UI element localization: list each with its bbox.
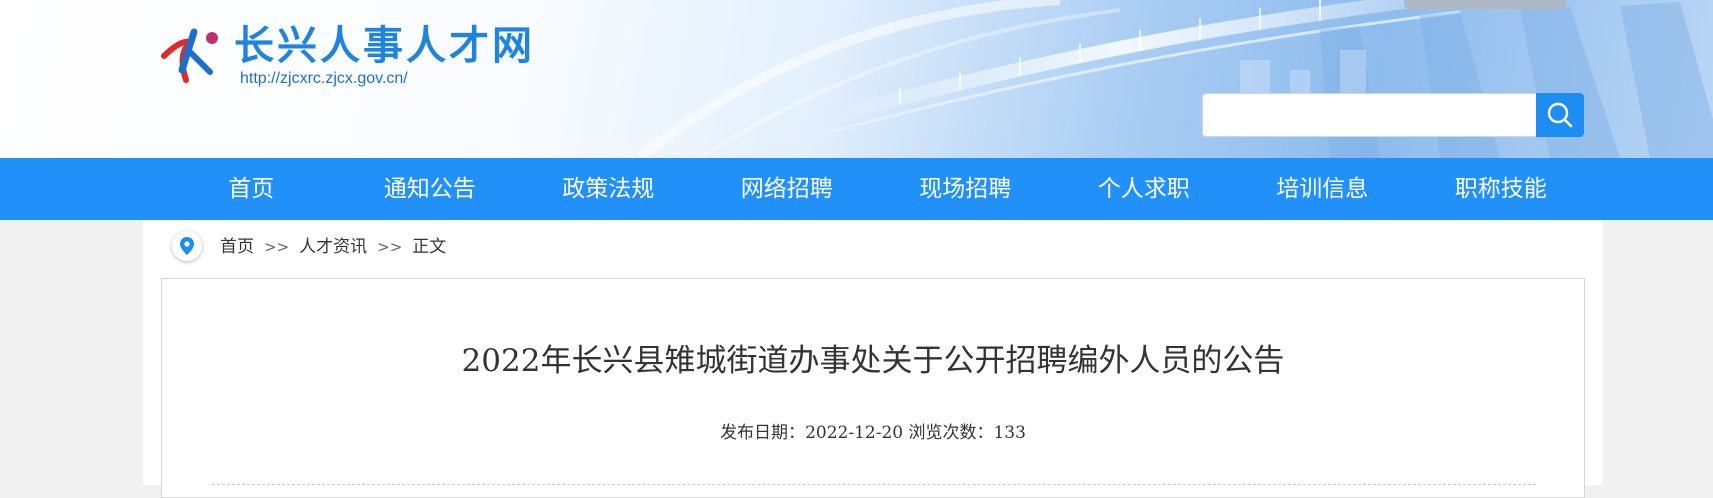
location-pin-icon: [172, 231, 202, 261]
breadcrumb-separator: >>: [264, 238, 290, 256]
nav-list: 首页 通知公告 政策法规 网络招聘 现场招聘 个人求职 培训信息 职称技能: [162, 158, 1590, 220]
header-banner: 长兴人事人才网 http://zjcxrc.zjcx.gov.cn/: [0, 0, 1713, 158]
date-label: 发布日期：: [720, 423, 806, 443]
breadcrumb-talent-news[interactable]: 人才资讯: [299, 237, 367, 257]
nav-item-online-recruitment[interactable]: 网络招聘: [698, 158, 877, 220]
site-title[interactable]: 长兴人事人才网: [234, 22, 535, 70]
view-count: 133: [993, 423, 1026, 443]
nav-item-job-seeking[interactable]: 个人求职: [1055, 158, 1234, 220]
top-utility-tab[interactable]: [1404, 0, 1566, 9]
nav-item-home[interactable]: 首页: [162, 158, 341, 220]
breadcrumb-home[interactable]: 首页: [220, 237, 254, 257]
nav-item-training[interactable]: 培训信息: [1233, 158, 1412, 220]
article-title: 2022年长兴县雉城街道办事处关于公开招聘编外人员的公告: [461, 343, 1285, 379]
site-url: http://zjcxrc.zjcx.gov.cn/: [240, 70, 408, 87]
search-input[interactable]: [1202, 93, 1536, 137]
breadcrumb: 首页 >> 人才资讯 >> 正文: [220, 235, 446, 259]
logo-mark-icon: [161, 28, 218, 83]
article-meta: 发布日期：2022-12-20 浏览次数：133: [162, 421, 1584, 445]
nav-item-onsite-recruitment[interactable]: 现场招聘: [876, 158, 1055, 220]
search-button[interactable]: [1536, 93, 1584, 137]
article-card: 2022年长兴县雉城街道办事处关于公开招聘编外人员的公告 发布日期：2022-1…: [161, 278, 1585, 498]
breadcrumb-current: 正文: [412, 237, 447, 257]
main-nav: 首页 通知公告 政策法规 网络招聘 现场招聘 个人求职 培训信息 职称技能: [0, 158, 1713, 220]
nav-item-notices[interactable]: 通知公告: [341, 158, 520, 220]
nav-item-titles-skills[interactable]: 职称技能: [1412, 158, 1591, 220]
breadcrumb-separator: >>: [377, 238, 403, 256]
search-icon: [1547, 102, 1573, 128]
content-panel: 首页 >> 人才资讯 >> 正文 2022年长兴县雉城街道办事处关于公开招聘编外人员的公…: [143, 220, 1603, 498]
views-label: 浏览次数：: [908, 423, 994, 443]
publish-date: 2022-12-20: [805, 423, 904, 443]
nav-item-policies[interactable]: 政策法规: [519, 158, 698, 220]
